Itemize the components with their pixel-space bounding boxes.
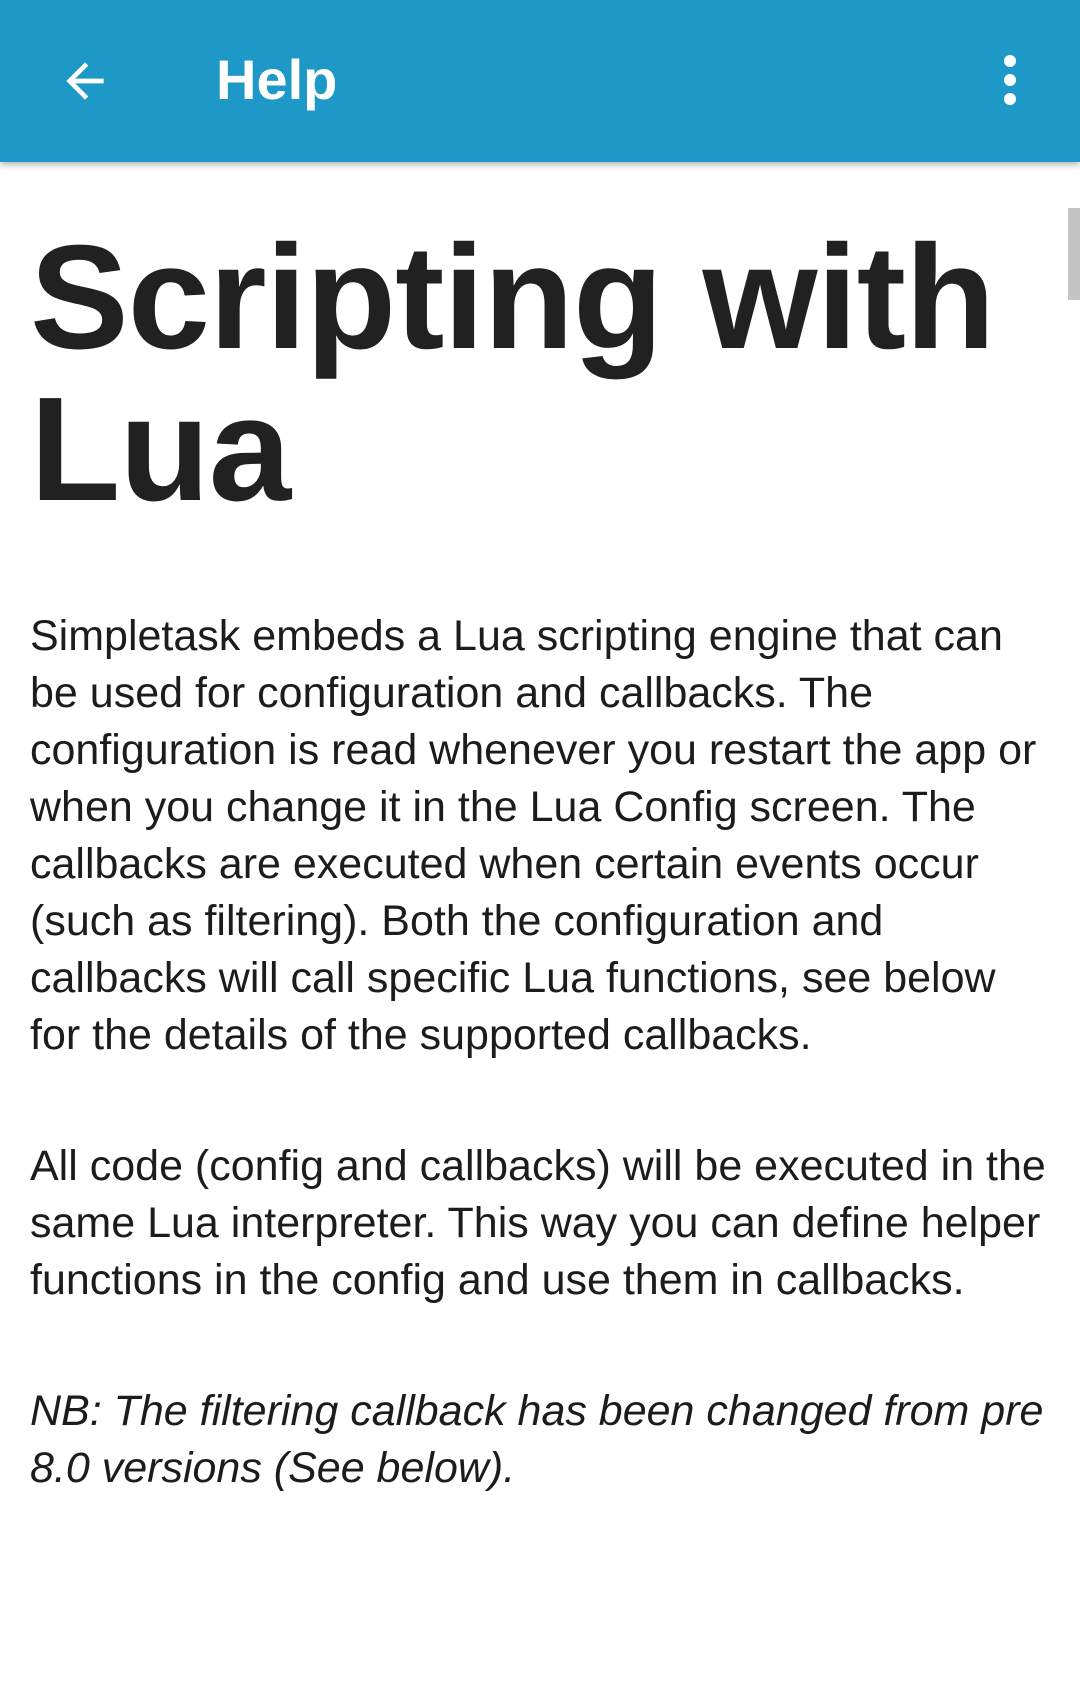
paragraph-note: NB: The filtering callback has been chan… (30, 1387, 1044, 1492)
page-title: Scripting with Lua (30, 215, 995, 532)
paragraph-intro: Simpletask embeds a Lua scripting engine… (30, 612, 1037, 1059)
toolbar-title: Help (216, 48, 338, 111)
help-screen: Help Scripting with Lua Simpletask embed… (0, 0, 1080, 1699)
overflow-menu-button[interactable] (970, 40, 1050, 120)
arrow-left-icon (66, 62, 104, 100)
more-vertical-icon (1004, 55, 1016, 105)
back-button[interactable] (40, 36, 130, 126)
help-content: Scripting with Lua Simpletask embeds a L… (30, 162, 1054, 1497)
paragraph-interpreter: All code (config and callbacks) will be … (30, 1142, 1046, 1304)
app-toolbar: Help (0, 0, 1080, 162)
scrollbar-thumb[interactable] (1068, 208, 1080, 300)
